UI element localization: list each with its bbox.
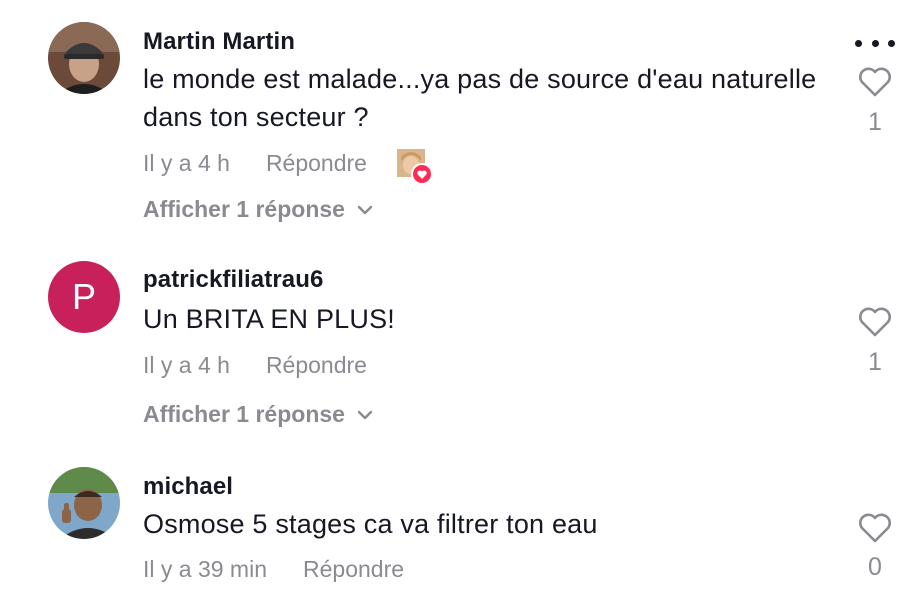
like-count: 1 <box>868 108 882 136</box>
comment-text: le monde est malade...ya pas de source d… <box>143 64 817 132</box>
heart-outline-icon[interactable] <box>857 512 893 544</box>
comment-meta: Il y a 4 h Répondre <box>143 352 367 379</box>
comment-meta: Il y a 39 min Répondre <box>143 556 404 583</box>
heart-outline-icon[interactable] <box>857 306 893 338</box>
heart-outline-icon[interactable] <box>857 66 893 98</box>
avatar[interactable]: P <box>48 261 120 333</box>
heart-icon <box>410 163 433 185</box>
dot <box>888 39 895 47</box>
dot <box>855 39 862 47</box>
avatar-letter: P <box>71 276 96 317</box>
creator-liked-badge <box>396 149 433 185</box>
chevron-down-icon <box>357 410 373 419</box>
comment-text: Osmose 5 stages ca va filtrer ton eau <box>143 509 598 539</box>
view-replies-label: Afficher 1 réponse <box>143 401 345 427</box>
more-options-button[interactable] <box>855 36 895 50</box>
view-replies-button[interactable]: Afficher 1 réponse <box>143 401 373 428</box>
comment-username[interactable]: patrickfiliatrau6 <box>143 266 323 294</box>
view-replies-button[interactable]: Afficher 1 réponse <box>143 196 373 223</box>
comment-time: Il y a 39 min <box>143 556 267 582</box>
comment-text: Un BRITA EN PLUS! <box>143 304 395 334</box>
comment-meta: Il y a 4 h Répondre <box>143 149 433 185</box>
comment-username[interactable]: Martin Martin <box>143 28 295 56</box>
comment-username[interactable]: michael <box>143 473 233 501</box>
dot <box>871 39 879 47</box>
like-count: 0 <box>868 553 882 581</box>
view-replies-label: Afficher 1 réponse <box>143 196 345 222</box>
comment-time: Il y a 4 h <box>143 149 230 176</box>
comment-time: Il y a 4 h <box>143 352 230 378</box>
reply-button[interactable]: Répondre <box>266 150 367 177</box>
user-photo-icon <box>48 22 120 94</box>
like-count: 1 <box>868 348 882 376</box>
user-photo-icon <box>48 467 120 539</box>
avatar[interactable] <box>48 22 120 94</box>
reply-button[interactable]: Répondre <box>303 556 404 583</box>
reply-button[interactable]: Répondre <box>266 352 367 379</box>
chevron-down-icon <box>357 205 373 214</box>
avatar[interactable] <box>48 467 120 539</box>
